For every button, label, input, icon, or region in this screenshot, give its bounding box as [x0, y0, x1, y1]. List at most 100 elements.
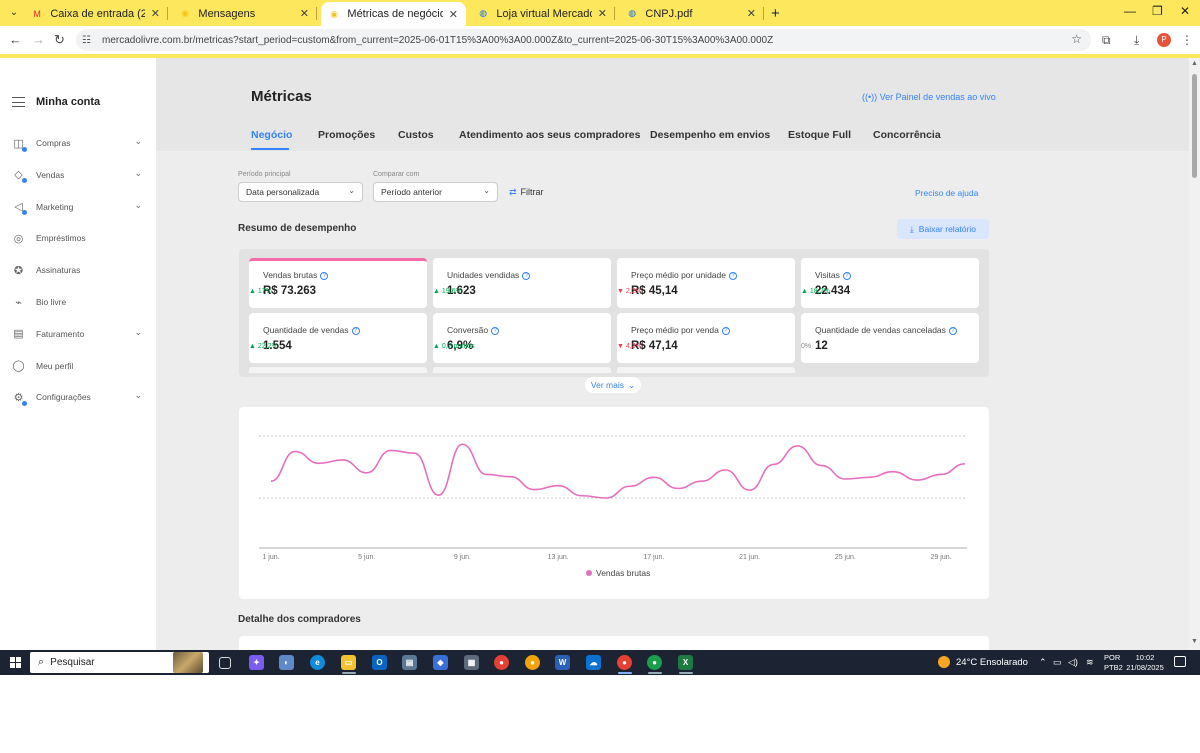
- data-point[interactable]: [675, 485, 681, 491]
- sidebar-item-vendas[interactable]: ◇ Vendas ⌄: [11, 165, 146, 185]
- battery-icon[interactable]: ▭: [1053, 657, 1062, 668]
- kpi-card[interactable]: Visitas? 22.434 ▲ 18,2%: [801, 258, 979, 308]
- sidebar-item-empréstimos[interactable]: ◎ Empréstimos: [11, 228, 146, 248]
- live-sales-link[interactable]: ((•)) Ver Painel de vendas ao vivo: [862, 92, 996, 102]
- tab-5[interactable]: Estoque Full: [788, 129, 851, 141]
- word-icon[interactable]: W: [555, 655, 570, 670]
- download-report-button[interactable]: ⤓ Baixar relatório: [897, 219, 989, 239]
- data-point[interactable]: [771, 461, 777, 467]
- info-icon[interactable]: ?: [721, 326, 730, 335]
- data-point[interactable]: [507, 474, 513, 480]
- tab-4[interactable]: Desempenho em envios: [650, 129, 770, 141]
- tab-1[interactable]: Promoções: [318, 129, 375, 141]
- scroll-down-icon[interactable]: ▼: [1191, 638, 1198, 645]
- close-tab-icon[interactable]: ✕: [449, 8, 458, 21]
- chevron-down-icon[interactable]: ⌄: [134, 136, 142, 147]
- close-window-icon[interactable]: ✕: [1180, 4, 1190, 18]
- chevron-up-icon[interactable]: ⌃: [1039, 657, 1047, 668]
- extensions-icon[interactable]: ⧉: [1102, 33, 1111, 48]
- kpi-card[interactable]: Unidades vendidas? 1.623 ▲ 19,6%: [433, 258, 611, 308]
- data-point[interactable]: [364, 470, 370, 476]
- info-icon[interactable]: ?: [842, 271, 851, 280]
- info-icon[interactable]: ?: [522, 271, 531, 280]
- close-tab-icon[interactable]: ✕: [151, 7, 160, 20]
- data-point[interactable]: [842, 476, 848, 482]
- data-point[interactable]: [483, 471, 489, 477]
- app-icon[interactable]: ◆: [433, 655, 448, 670]
- sidebar-item-configurações[interactable]: ⚙ Configurações ⌄: [11, 387, 146, 407]
- data-point[interactable]: [579, 493, 585, 499]
- chrome-profile-icon[interactable]: ●: [647, 655, 662, 670]
- data-point[interactable]: [651, 474, 657, 480]
- data-point[interactable]: [603, 495, 609, 501]
- data-point[interactable]: [531, 487, 537, 493]
- tab-search-icon[interactable]: ⌄: [6, 5, 22, 21]
- chevron-down-icon[interactable]: ⌄: [134, 200, 142, 211]
- info-icon[interactable]: ?: [491, 326, 500, 335]
- browser-tab[interactable]: M Caixa de entrada (2.489) - orsh ✕: [24, 2, 168, 25]
- scrollbar-thumb[interactable]: [1192, 74, 1197, 178]
- data-point[interactable]: [699, 478, 705, 484]
- data-point[interactable]: [292, 449, 298, 455]
- profile-avatar[interactable]: P: [1157, 33, 1171, 47]
- filter-button[interactable]: ⇄ Filtrar: [509, 187, 544, 198]
- chrome-canary-icon[interactable]: ●: [525, 655, 540, 670]
- main-period-select[interactable]: Data personalizada ⌄: [238, 182, 363, 202]
- input-language[interactable]: POR PTB2: [1104, 653, 1123, 673]
- close-tab-icon[interactable]: ✕: [747, 7, 756, 20]
- clock[interactable]: 10:02 21/08/2025: [1126, 653, 1164, 673]
- bookmark-star-icon[interactable]: ☆: [1071, 32, 1082, 46]
- widgets-icon[interactable]: ◐: [279, 655, 294, 670]
- sidebar-item-bio livre[interactable]: ⌁ Bio livre: [11, 292, 146, 312]
- help-link[interactable]: Preciso de ajuda: [915, 188, 978, 198]
- data-point[interactable]: [459, 441, 465, 447]
- data-point[interactable]: [794, 443, 800, 449]
- data-point[interactable]: [914, 477, 920, 483]
- kpi-card[interactable]: Quantidade de vendas? 1.554 ▲ 22,2%: [249, 313, 427, 363]
- data-point[interactable]: [818, 463, 824, 469]
- task-view-icon[interactable]: [219, 657, 231, 669]
- tab-2[interactable]: Custos: [398, 129, 434, 141]
- data-point[interactable]: [890, 469, 896, 475]
- minimize-icon[interactable]: —: [1124, 4, 1136, 18]
- excel-icon[interactable]: X: [678, 655, 693, 670]
- browser-tab[interactable]: ◍ CNPJ.pdf ✕: [619, 2, 764, 25]
- close-tab-icon[interactable]: ✕: [300, 7, 309, 20]
- data-point[interactable]: [627, 483, 633, 489]
- data-point[interactable]: [340, 457, 346, 463]
- outlook-icon[interactable]: O: [372, 655, 387, 670]
- data-point[interactable]: [412, 450, 418, 456]
- back-icon[interactable]: ←: [9, 32, 22, 47]
- chrome-menu-icon[interactable]: ⋮: [1181, 33, 1193, 47]
- tab-0[interactable]: Negócio: [251, 129, 292, 141]
- sidebar-item-meu perfil[interactable]: ◯ Meu perfil: [11, 356, 146, 376]
- data-point[interactable]: [388, 447, 394, 453]
- series-line-vendas-brutas[interactable]: [270, 443, 966, 499]
- reload-icon[interactable]: ↻: [54, 32, 65, 48]
- info-icon[interactable]: ?: [948, 326, 957, 335]
- info-icon[interactable]: ?: [728, 271, 737, 280]
- data-point[interactable]: [268, 478, 274, 484]
- kpi-card[interactable]: Quantidade de vendas canceladas? 12 0%: [801, 313, 979, 363]
- taskbar-search[interactable]: ⌕ Pesquisar: [30, 652, 209, 673]
- info-icon[interactable]: ?: [351, 326, 360, 335]
- download-icon[interactable]: ⤓: [1134, 33, 1139, 48]
- windows-start-icon[interactable]: [10, 657, 21, 668]
- sidebar-item-marketing[interactable]: ◁ Marketing ⌄: [11, 197, 146, 217]
- app-icon[interactable]: ▤: [402, 655, 417, 670]
- restore-icon[interactable]: ❐: [1152, 4, 1163, 18]
- chrome-icon[interactable]: ●: [494, 655, 509, 670]
- sidebar-item-compras[interactable]: ◫ Compras ⌄: [11, 133, 146, 153]
- data-point[interactable]: [866, 474, 872, 480]
- hamburger-icon[interactable]: [12, 97, 25, 107]
- new-tab-button[interactable]: +: [771, 5, 780, 22]
- copilot-icon[interactable]: ✦: [249, 655, 264, 670]
- site-info-icon[interactable]: ☷: [82, 35, 96, 46]
- chrome-profile-icon[interactable]: ●: [617, 655, 632, 670]
- calculator-icon[interactable]: ▦: [464, 655, 479, 670]
- sidebar-header[interactable]: Minha conta: [12, 96, 100, 108]
- sales-line-chart[interactable]: 1 jun. 5 jun. 9 jun. 13 jun. 17 jun. 21 jun. 2…: [239, 407, 989, 582]
- vertical-scrollbar[interactable]: ▲ ▼: [1189, 58, 1200, 650]
- forward-icon[interactable]: →: [32, 32, 45, 47]
- compare-select[interactable]: Período anterior ⌄: [373, 182, 498, 202]
